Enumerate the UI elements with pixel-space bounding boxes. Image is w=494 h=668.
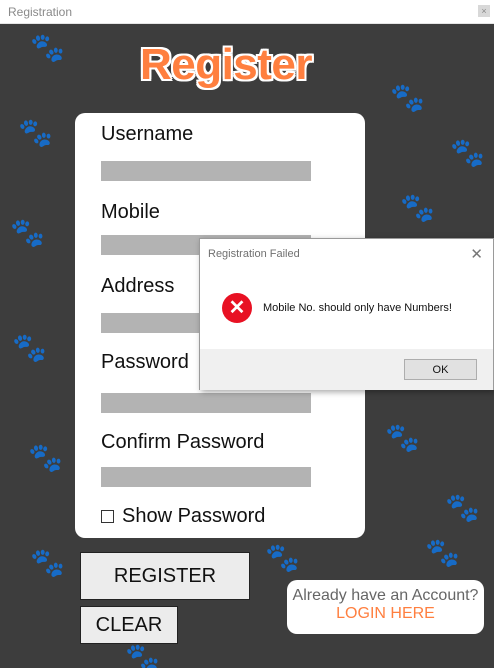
dialog-title: Registration Failed	[208, 248, 300, 260]
clear-button[interactable]: CLEAR	[80, 606, 178, 644]
error-dialog: Registration Failed ✕ ✕ Mobile No. shoul…	[199, 238, 494, 390]
window-close-icon[interactable]: ×	[478, 5, 490, 17]
confirm-password-label: Confirm Password	[101, 431, 265, 453]
paw-icon: 🐾	[12, 332, 47, 363]
register-button[interactable]: REGISTER	[80, 552, 250, 600]
login-prompt: Already have an Account? LOGIN HERE	[287, 580, 484, 634]
dialog-footer: OK	[200, 349, 493, 390]
window-titlebar: Registration ×	[0, 0, 494, 24]
address-label: Address	[101, 275, 175, 297]
paw-icon: 🐾	[28, 442, 63, 473]
dialog-body: ✕ Mobile No. should only have Numbers!	[200, 269, 493, 349]
username-input[interactable]	[101, 161, 311, 181]
mobile-label: Mobile	[101, 201, 160, 223]
password-label: Password	[101, 351, 189, 373]
paw-icon: 🐾	[125, 642, 160, 668]
show-password-checkbox[interactable]	[101, 510, 114, 523]
paw-icon: 🐾	[10, 217, 45, 248]
ok-button[interactable]: OK	[404, 359, 477, 380]
paw-icon: 🐾	[18, 117, 53, 148]
paw-icon: 🐾	[385, 422, 420, 453]
paw-icon: 🐾	[445, 492, 480, 523]
page-title: Register	[139, 40, 313, 89]
paw-icon: 🐾	[30, 547, 65, 578]
password-input[interactable]	[101, 393, 311, 413]
confirm-password-input[interactable]	[101, 467, 311, 487]
show-password-label: Show Password	[122, 505, 266, 527]
paw-icon: 🐾	[425, 537, 460, 568]
username-label: Username	[101, 123, 194, 145]
paw-icon: 🐾	[400, 192, 435, 223]
paw-icon: 🐾	[450, 137, 485, 168]
paw-icon: 🐾	[265, 542, 300, 573]
dialog-close-icon[interactable]: ✕	[470, 245, 483, 263]
show-password-row[interactable]: Show Password	[101, 505, 265, 528]
window-title: Registration	[8, 5, 73, 19]
login-question: Already have an Account?	[292, 587, 479, 604]
error-icon: ✕	[222, 293, 252, 323]
login-link[interactable]: LOGIN HERE	[287, 605, 484, 623]
dialog-message: Mobile No. should only have Numbers!	[263, 302, 452, 314]
